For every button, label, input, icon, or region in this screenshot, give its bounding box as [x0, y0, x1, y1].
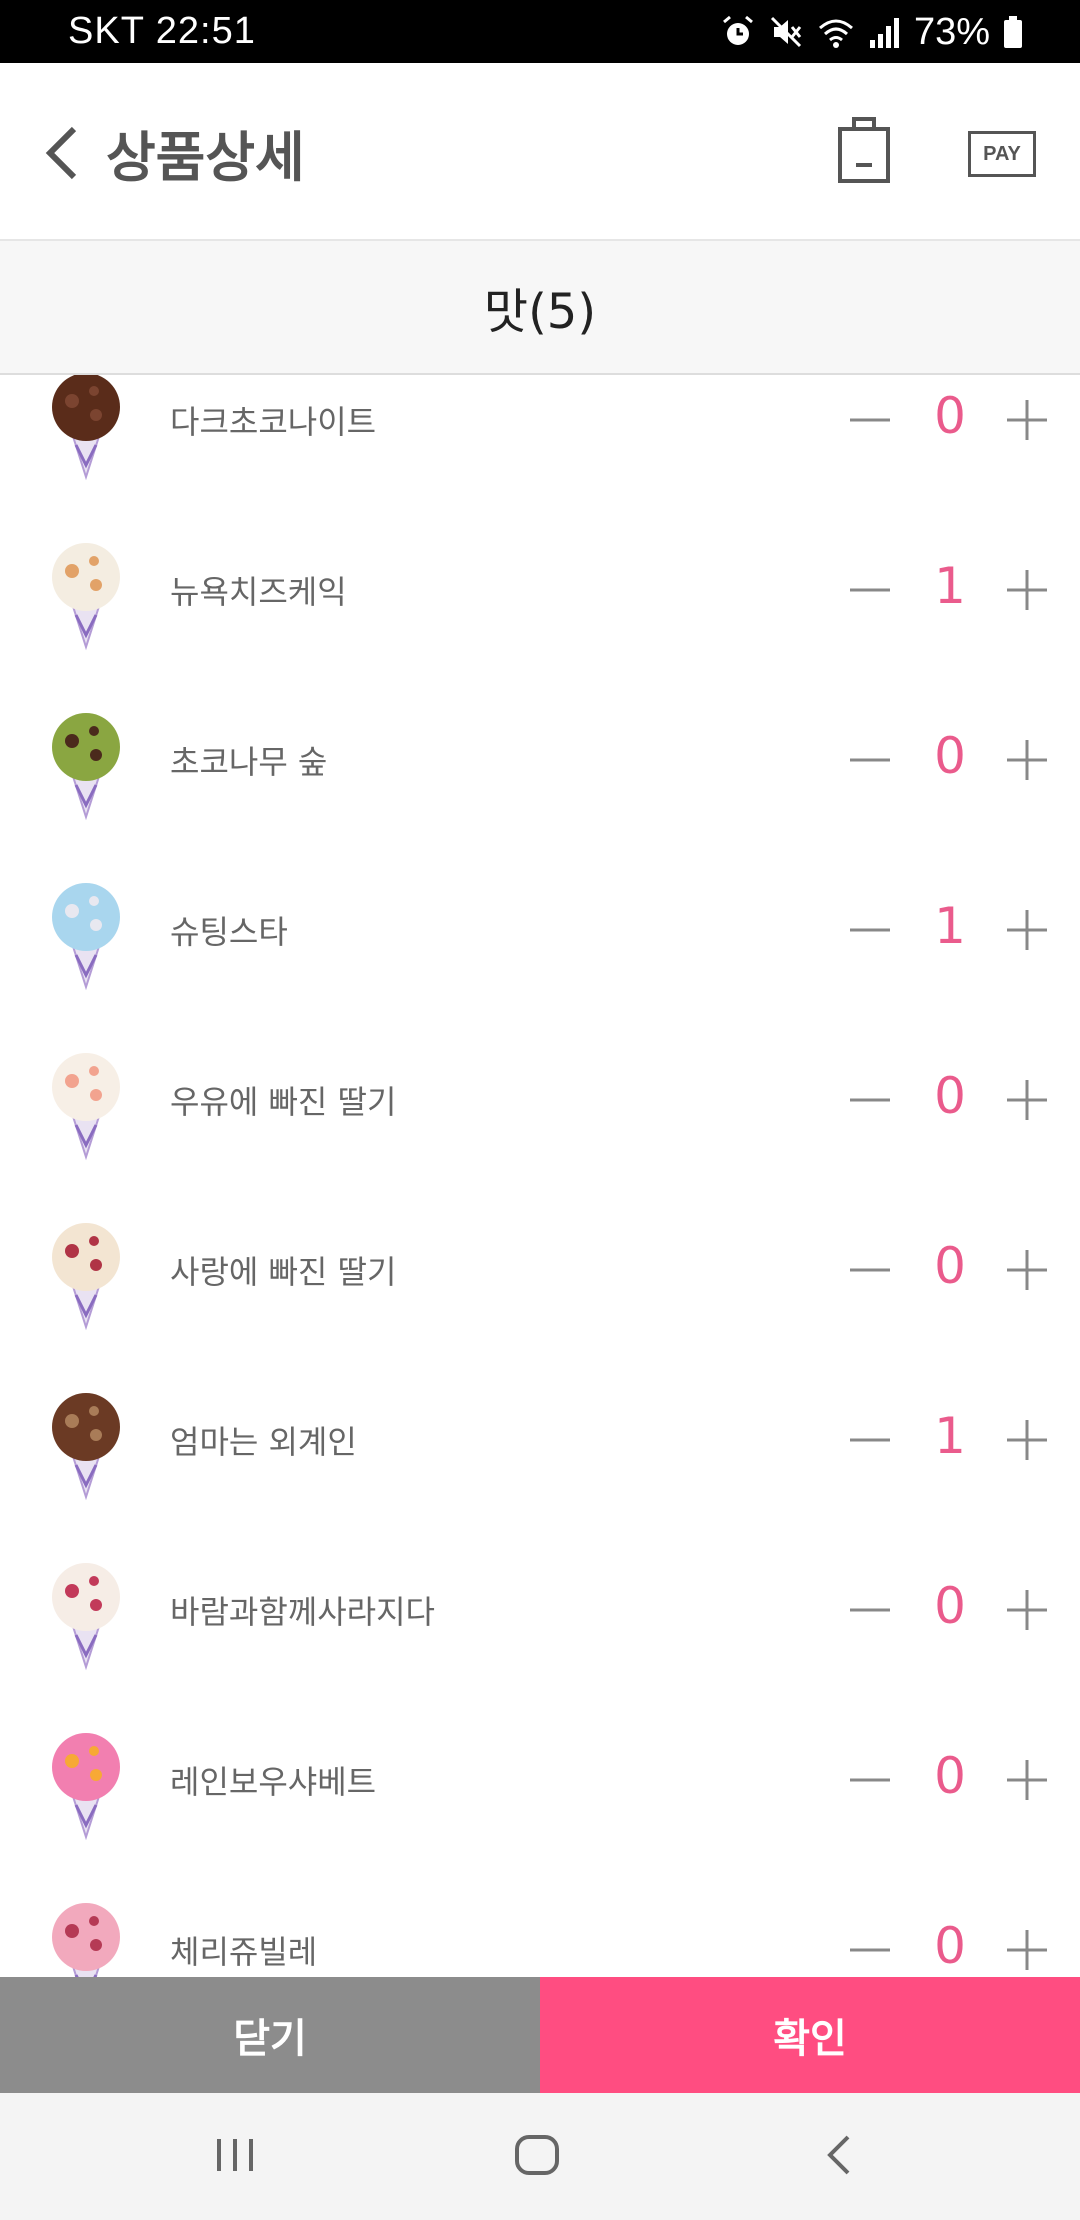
quantity-value: 0: [934, 1577, 966, 1635]
flavor-item: 다크초코나이트 0: [0, 375, 1080, 505]
minus-icon[interactable]: [848, 1248, 892, 1292]
plus-icon[interactable]: [1005, 908, 1049, 952]
app-header: 상품상세 PAY: [0, 63, 1080, 241]
flavor-item: 사랑에 빠진 딸기 0: [0, 1185, 1080, 1355]
quantity-value: 0: [934, 1917, 966, 1975]
navigation-bar: [0, 2093, 1080, 2220]
plus-icon[interactable]: [1005, 1928, 1049, 1972]
flavor-name: 레인보우샤베트: [170, 1763, 377, 1801]
carrier-time: SKT 22:51: [68, 10, 256, 52]
back-arrow-icon[interactable]: [40, 121, 86, 185]
ice-cream-cone-icon: [52, 1053, 120, 1161]
quantity-value: 1: [934, 1407, 966, 1465]
ice-cream-cone-icon: [52, 1563, 120, 1671]
minus-icon[interactable]: [848, 738, 892, 782]
plus-icon[interactable]: [1005, 738, 1049, 782]
flavor-name: 엄마는 외계인: [170, 1423, 357, 1461]
flavor-list[interactable]: 다크초코나이트 0 뉴욕치즈케익 1 초코나무 숲 0 슈팅스타 1 우유에 빠진 딸기 0 사랑에…: [0, 375, 1080, 1977]
flavor-name: 체리쥬빌레: [170, 1933, 318, 1971]
confirm-button[interactable]: 확인: [540, 1977, 1080, 2093]
minus-icon[interactable]: [848, 1588, 892, 1632]
quantity-value: 0: [934, 387, 966, 445]
plus-icon[interactable]: [1005, 1078, 1049, 1122]
plus-icon[interactable]: [1005, 398, 1049, 442]
plus-icon[interactable]: [1005, 1758, 1049, 1802]
quantity-value: 1: [934, 897, 966, 955]
flavor-item: 레인보우샤베트 0: [0, 1695, 1080, 1865]
flavor-item: 뉴욕치즈케익 1: [0, 505, 1080, 675]
quantity-value: 0: [934, 727, 966, 785]
flavor-name: 슈팅스타: [170, 913, 288, 951]
flavor-name: 우유에 빠진 딸기: [170, 1083, 397, 1121]
signal-icon: [869, 18, 899, 48]
close-button[interactable]: 닫기: [0, 1977, 540, 2093]
page-title: 상품상세: [106, 126, 305, 189]
minus-icon[interactable]: [848, 1078, 892, 1122]
minus-icon[interactable]: [848, 1928, 892, 1972]
ice-cream-cone-icon: [52, 713, 120, 821]
shopping-bag-icon[interactable]: [836, 113, 892, 185]
ice-cream-cone-icon: [52, 1393, 120, 1501]
status-icons: 73%: [720, 8, 1024, 56]
quantity-value: 1: [934, 557, 966, 615]
flavor-name: 다크초코나이트: [170, 403, 377, 441]
flavor-item: 체리쥬빌레 0: [0, 1865, 1080, 1977]
back-icon[interactable]: [810, 2125, 870, 2185]
ice-cream-cone-icon: [52, 1903, 120, 1977]
wifi-icon: [818, 19, 853, 48]
flavor-item: 엄마는 외계인 1: [0, 1355, 1080, 1525]
quantity-value: 0: [934, 1747, 966, 1805]
flavor-name: 바람과함께사라지다: [170, 1593, 435, 1631]
flavor-item: 우유에 빠진 딸기 0: [0, 1015, 1080, 1185]
flavor-item: 슈팅스타 1: [0, 845, 1080, 1015]
minus-icon[interactable]: [848, 398, 892, 442]
flavor-name: 뉴욕치즈케익: [170, 573, 347, 611]
minus-icon[interactable]: [848, 908, 892, 952]
pay-button[interactable]: PAY: [968, 131, 1036, 177]
mute-icon: [770, 16, 802, 48]
ice-cream-cone-icon: [52, 375, 120, 481]
ice-cream-cone-icon: [52, 1733, 120, 1841]
flavor-section-header: 맛(5): [0, 241, 1080, 375]
ice-cream-cone-icon: [52, 543, 120, 651]
minus-icon[interactable]: [848, 568, 892, 612]
plus-icon[interactable]: [1005, 1588, 1049, 1632]
alarm-icon: [722, 15, 753, 45]
status-bar: SKT 22:51 73%: [0, 0, 1080, 63]
plus-icon[interactable]: [1005, 568, 1049, 612]
battery-percent: 73%: [913, 10, 990, 53]
flavor-item: 초코나무 숲 0: [0, 675, 1080, 845]
quantity-value: 0: [934, 1237, 966, 1295]
ice-cream-cone-icon: [52, 883, 120, 991]
minus-icon[interactable]: [848, 1418, 892, 1462]
recent-apps-icon[interactable]: [205, 2125, 265, 2185]
plus-icon[interactable]: [1005, 1418, 1049, 1462]
home-icon[interactable]: [507, 2125, 567, 2185]
plus-icon[interactable]: [1005, 1248, 1049, 1292]
flavor-name: 초코나무 숲: [170, 743, 328, 781]
flavor-item: 바람과함께사라지다 0: [0, 1525, 1080, 1695]
quantity-value: 0: [934, 1067, 966, 1125]
ice-cream-cone-icon: [52, 1223, 120, 1331]
battery-icon: [1004, 16, 1022, 48]
flavor-name: 사랑에 빠진 딸기: [170, 1253, 397, 1291]
flavor-section-label: 맛(5): [483, 284, 597, 340]
minus-icon[interactable]: [848, 1758, 892, 1802]
